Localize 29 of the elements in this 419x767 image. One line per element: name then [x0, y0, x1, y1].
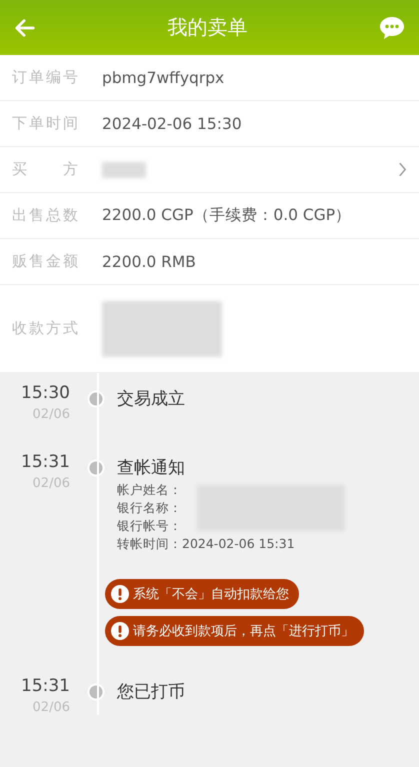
detail-text: 帐户姓名： [117, 482, 182, 497]
event-time: 15:30 [21, 383, 70, 403]
exclamation-icon [111, 585, 129, 603]
field-value: 2024-02-06 15:30 [102, 114, 242, 132]
field-value: pbmg7wffyqrpx [102, 68, 224, 86]
back-arrow-icon[interactable] [14, 16, 36, 38]
event-title: 您已打币 [117, 681, 185, 703]
detail-text: 银行名称： [117, 500, 182, 515]
warning-badge: 系统「不会」自动扣款给您 [105, 579, 299, 609]
event-title: 交易成立 [117, 388, 185, 410]
field-label: 贩售金额 [12, 252, 78, 271]
field-value: 2200.0 RMB [102, 252, 196, 270]
redacted-blur [102, 162, 146, 178]
page-title: 我的卖单 [168, 14, 248, 41]
chevron-right-icon[interactable] [398, 162, 407, 177]
warning-badge: 请务必收到款项后，再点「进行打币」 [105, 616, 364, 646]
field-value: 2200.0 CGP（手续费：0.0 CGP） [102, 205, 352, 226]
chat-bubble-icon[interactable] [379, 16, 405, 40]
detail-text: 银行帐号： [117, 518, 182, 533]
event-title: 查帐通知 [117, 457, 185, 479]
exclamation-icon [111, 622, 129, 640]
detail-text: 转帐时间：2024-02-06 15:31 [117, 536, 295, 551]
field-label: 下单时间 [12, 114, 78, 133]
field-label: 订单编号 [12, 68, 78, 87]
field-label: 出售总数 [12, 206, 78, 225]
event-time: 15:31 [21, 452, 70, 472]
field-label: 收款方式 [12, 319, 78, 338]
field-label: 买 方 [12, 160, 78, 179]
event-time: 15:31 [21, 676, 70, 696]
